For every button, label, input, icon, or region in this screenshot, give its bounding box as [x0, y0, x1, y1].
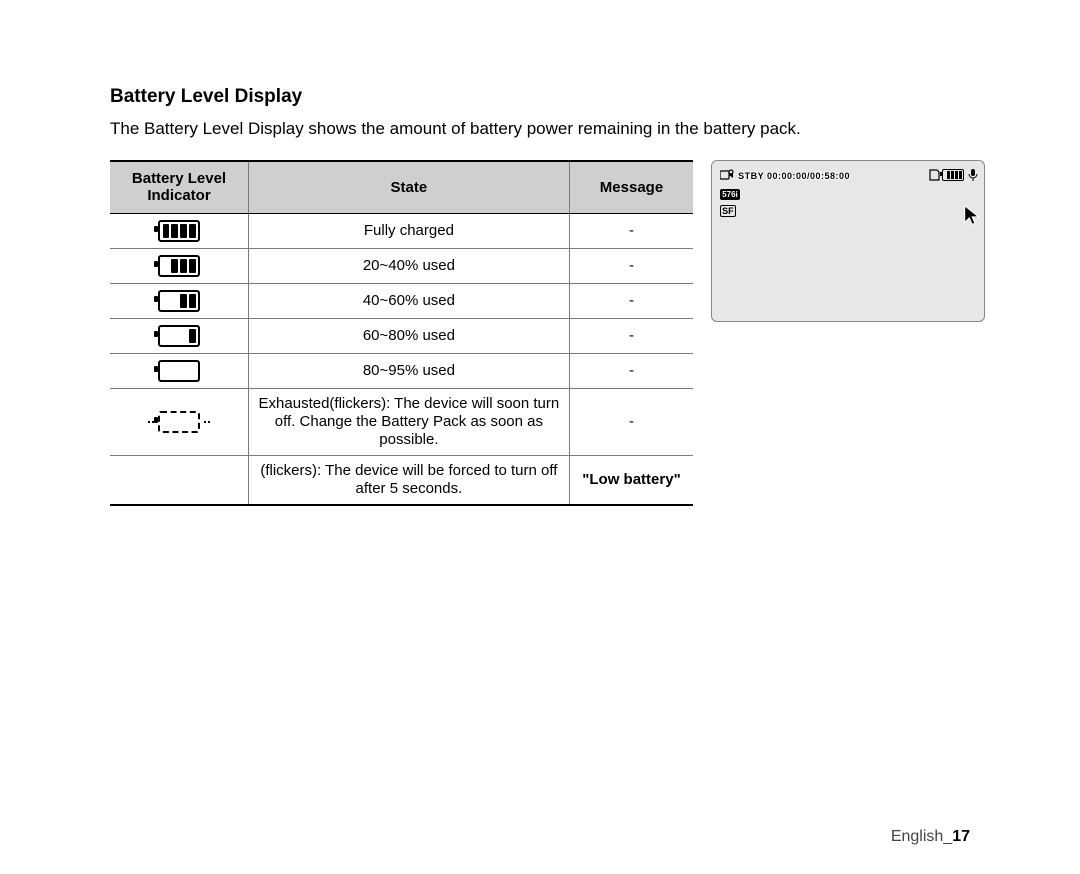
cell-state: Fully charged: [249, 213, 570, 248]
mic-icon: [968, 169, 978, 184]
th-message: Message: [569, 161, 693, 213]
table-row: Exhausted(flickers): The device will soo…: [110, 388, 693, 455]
table-row: 80~95% used -: [110, 353, 693, 388]
cell-state: 40~60% used: [249, 283, 570, 318]
cell-state: 60~80% used: [249, 318, 570, 353]
heading-battery-level-display: Battery Level Display: [110, 86, 985, 108]
table-row: Fully charged -: [110, 213, 693, 248]
cell-message: -: [569, 353, 693, 388]
cell-indicator: [110, 248, 249, 283]
cell-indicator: [110, 455, 249, 505]
cell-message: "Low battery": [569, 455, 693, 505]
cell-indicator: [110, 318, 249, 353]
footer-page-number: 17: [952, 828, 970, 845]
table-row: 20~40% used -: [110, 248, 693, 283]
battery-icon-3bars: [158, 255, 200, 277]
cell-indicator: [110, 388, 249, 455]
cell-state: Exhausted(flickers): The device will soo…: [249, 388, 570, 455]
cell-state: (flickers): The device will be forced to…: [249, 455, 570, 505]
battery-icon-flicker: [158, 411, 200, 433]
badge-sf: SF: [720, 205, 736, 217]
cell-message: -: [569, 213, 693, 248]
cell-state: 80~95% used: [249, 353, 570, 388]
intro-text: The Battery Level Display shows the amou…: [110, 118, 985, 140]
battery-level-table: Battery Level Indicator State Message Fu…: [110, 160, 693, 506]
lcd-preview: STBY 00:00:00/00:58:00 576i SF: [711, 160, 985, 322]
cell-message: -: [569, 388, 693, 455]
table-row: 40~60% used -: [110, 283, 693, 318]
th-state: State: [249, 161, 570, 213]
table-row: 60~80% used -: [110, 318, 693, 353]
battery-icon-empty: [158, 360, 200, 382]
cell-indicator: [110, 213, 249, 248]
battery-icon-2bars: [158, 290, 200, 312]
th-indicator: Battery Level Indicator: [110, 161, 249, 213]
cell-state: 20~40% used: [249, 248, 570, 283]
badge-576i: 576i: [720, 189, 740, 200]
battery-icon: [942, 169, 964, 184]
battery-icon-full: [158, 220, 200, 242]
cell-indicator: [110, 283, 249, 318]
footer-language: English: [891, 828, 943, 845]
cell-message: -: [569, 318, 693, 353]
cell-indicator: [110, 353, 249, 388]
stby-timecode: STBY 00:00:00/00:58:00: [738, 171, 850, 181]
table-row: (flickers): The device will be forced to…: [110, 455, 693, 505]
battery-icon-1bar: [158, 325, 200, 347]
memory-card-icon: [928, 169, 940, 184]
cell-message: -: [569, 283, 693, 318]
cell-message: -: [569, 248, 693, 283]
page-footer: English_17: [891, 828, 970, 846]
camcorder-icon: [720, 169, 734, 184]
